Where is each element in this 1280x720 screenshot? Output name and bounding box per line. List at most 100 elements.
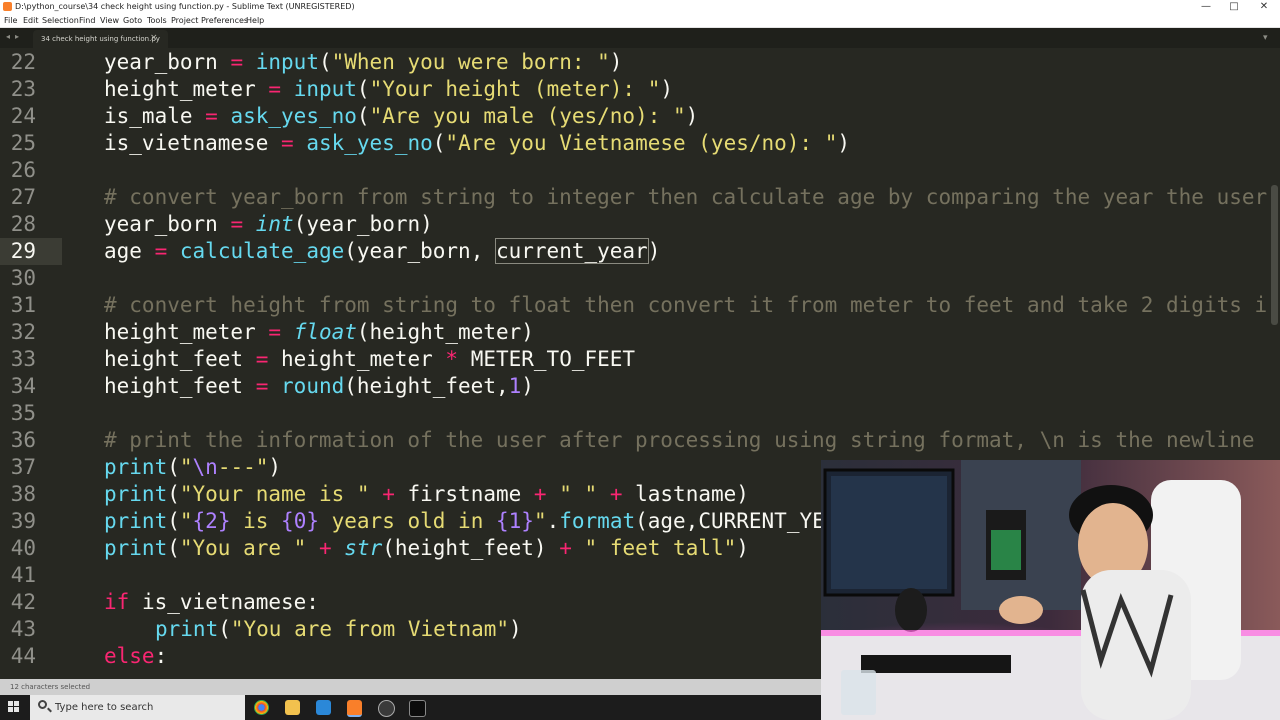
chrome-icon[interactable] (254, 700, 269, 715)
code-token: ) (509, 617, 522, 641)
sublime-text-icon[interactable] (347, 700, 362, 717)
code-token: = (205, 104, 218, 128)
code-line[interactable]: 34 height_feet = round(height_feet,1) (0, 373, 1280, 400)
code-text: year_born = int(year_born) (104, 211, 433, 238)
line-number: 32 (10, 320, 36, 344)
tab-nav-left-icon[interactable]: ◂ (6, 32, 10, 42)
code-text: if is_vietnamese: (104, 589, 319, 616)
line-number-gutter: 38 (0, 481, 62, 508)
menu-goto[interactable]: Goto (123, 15, 142, 26)
line-number: 34 (10, 374, 36, 398)
code-line[interactable]: 32 height_meter = float(height_meter) (0, 319, 1280, 346)
code-token: " " (559, 482, 598, 506)
code-token: (year_born, (344, 239, 496, 263)
code-token: " (179, 509, 193, 533)
code-token: ) (268, 455, 282, 479)
code-token: 1 (508, 374, 522, 398)
terminal-icon[interactable] (409, 700, 426, 717)
code-text: height_feet = round(height_feet,1) (104, 373, 534, 400)
code-line[interactable]: 36 # print the information of the user af… (0, 427, 1280, 454)
code-token: "You are from Vietnam" (230, 617, 510, 641)
tab-close-icon[interactable]: × (150, 33, 158, 43)
code-token: = (268, 77, 282, 101)
code-token: height_feet (104, 374, 256, 398)
code-token: ( (356, 104, 370, 128)
line-number: 41 (10, 563, 36, 587)
menu-file[interactable]: File (4, 15, 17, 26)
code-token: # print the information of the user afte… (104, 428, 1255, 452)
code-line[interactable]: 23 height_meter = input("Your height (met… (0, 76, 1280, 103)
menu-help[interactable]: Help (246, 15, 264, 26)
menu-tools[interactable]: Tools (147, 15, 167, 26)
line-number-gutter: 22 (0, 49, 62, 76)
code-token: year_born (104, 212, 231, 236)
code-token: \n (192, 455, 218, 479)
code-token: (age,CURRENT_YE (635, 509, 825, 533)
close-window-button[interactable]: ✕ (1250, 0, 1278, 14)
code-token: : (154, 644, 168, 668)
menu-preferences[interactable]: Preferences (201, 15, 248, 26)
maximize-button[interactable]: □ (1220, 0, 1248, 14)
code-text: # print the information of the user afte… (104, 427, 1255, 454)
line-number: 27 (10, 185, 36, 209)
file-explorer-icon[interactable] (285, 700, 300, 715)
windows-start-icon[interactable] (8, 701, 20, 713)
code-token: if (104, 590, 130, 614)
code-line[interactable]: 25 is_vietnamese = ask_yes_no("Are you Vi… (0, 130, 1280, 157)
code-line[interactable]: 31 # convert height from string to float … (0, 292, 1280, 319)
line-number: 44 (10, 644, 36, 668)
menu-project[interactable]: Project (171, 15, 198, 26)
line-number-gutter: 43 (0, 616, 62, 643)
mail-icon[interactable] (316, 700, 331, 715)
code-token: int (255, 212, 294, 236)
status-selection-text: 12 characters selected (10, 683, 91, 691)
line-number-gutter: 32 (0, 319, 62, 346)
tab-list-dropdown-icon[interactable]: ▾ (1263, 33, 1268, 43)
code-token: * (445, 347, 459, 371)
line-number-gutter: 40 (0, 535, 62, 562)
line-number: 40 (10, 536, 36, 560)
line-number-gutter: 44 (0, 643, 62, 670)
menu-edit[interactable]: Edit (23, 15, 39, 26)
tab-label: 34 check height using function.py (41, 35, 160, 43)
code-token: ) (736, 536, 749, 560)
code-token: ( (167, 536, 180, 560)
code-token: "Are you male (yes/no): " (369, 104, 686, 128)
tab-nav-right-icon[interactable]: ▸ (15, 32, 19, 42)
code-line[interactable]: 33 height_feet = height_meter * METER_TO_… (0, 346, 1280, 373)
code-token: height_feet (104, 347, 256, 371)
minimize-button[interactable]: — (1192, 0, 1220, 14)
code-token: " (179, 455, 193, 479)
line-number: 31 (10, 293, 36, 317)
line-number-gutter: 39 (0, 508, 62, 535)
code-line[interactable]: 22 year_born = input("When you were born:… (0, 49, 1280, 76)
code-line[interactable]: 29 age = calculate_age(year_born, current… (0, 238, 1280, 265)
code-token: {2} (192, 509, 231, 533)
code-token: ( (318, 50, 332, 74)
code-token: . (546, 509, 560, 533)
code-line[interactable]: 27 # convert year_born from string to int… (0, 184, 1280, 211)
editor-scrollbar[interactable] (1271, 185, 1278, 325)
code-line[interactable]: 26 (0, 157, 1280, 184)
code-line[interactable]: 24 is_male = ask_yes_no("Are you male (ye… (0, 103, 1280, 130)
code-token: print (104, 509, 168, 533)
menu-selection[interactable]: Selection (42, 15, 79, 26)
taskbar-search-placeholder: Type here to search (55, 702, 154, 713)
code-token: year_born (104, 50, 231, 74)
tab-active-file[interactable]: 34 check height using function.py × (33, 30, 168, 48)
line-number: 36 (10, 428, 36, 452)
code-token: calculate_age (179, 239, 345, 263)
code-line[interactable]: 35 (0, 400, 1280, 427)
code-token: lastname) (622, 482, 749, 506)
menu-view[interactable]: View (100, 15, 119, 26)
code-line[interactable]: 28 year_born = int(year_born) (0, 211, 1280, 238)
obs-icon[interactable] (378, 700, 395, 717)
menu-find[interactable]: Find (79, 15, 95, 26)
code-text: height_meter = float(height_meter) (104, 319, 534, 346)
taskbar-search-box[interactable]: Type here to search (30, 695, 245, 720)
code-line[interactable]: 30 (0, 265, 1280, 292)
